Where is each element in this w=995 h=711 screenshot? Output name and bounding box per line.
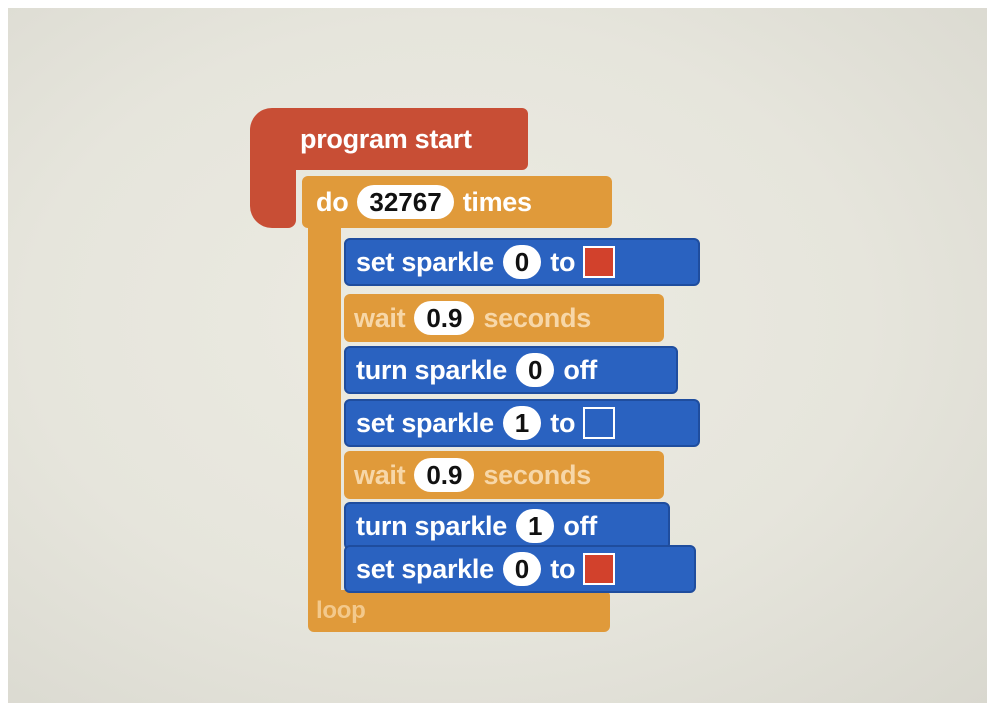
wait-seconds-input[interactable]: 0.9 <box>414 301 475 335</box>
sparkle-index-input[interactable]: 0 <box>515 353 555 387</box>
repeat-prefix: do <box>316 186 349 217</box>
program-start-label: program start <box>300 123 472 154</box>
set-sparkle-block[interactable]: set sparkle 0 to <box>344 545 696 593</box>
sparkle-index-input[interactable]: 1 <box>515 509 555 543</box>
loop-block-footer: loop <box>308 590 610 632</box>
color-swatch[interactable] <box>583 553 616 585</box>
sparkle-index-input[interactable]: 0 <box>502 552 542 586</box>
off-label: off <box>563 510 597 541</box>
seconds-label: seconds <box>483 459 591 490</box>
set-sparkle-block[interactable]: set sparkle 0 to <box>344 238 700 286</box>
turn-sparkle-label: turn sparkle <box>356 354 507 385</box>
repeat-block[interactable]: do 32767 times <box>302 176 612 228</box>
set-sparkle-label: set sparkle <box>356 407 494 438</box>
to-label: to <box>550 553 576 584</box>
turn-sparkle-off-block[interactable]: turn sparkle 0 off <box>344 346 678 394</box>
set-sparkle-block[interactable]: set sparkle 1 to <box>344 399 700 447</box>
program-start-block-notch <box>250 166 296 228</box>
to-label: to <box>550 407 576 438</box>
repeat-count-input[interactable]: 32767 <box>357 185 454 219</box>
off-label: off <box>563 354 597 385</box>
wait-seconds-input[interactable]: 0.9 <box>414 458 475 492</box>
wait-label: wait <box>354 459 406 490</box>
color-swatch[interactable] <box>583 246 616 278</box>
loop-label: loop <box>316 597 366 624</box>
wait-block[interactable]: wait 0.9 seconds <box>344 294 664 342</box>
color-swatch[interactable] <box>583 407 616 439</box>
wait-label: wait <box>354 302 406 333</box>
repeat-block-arm <box>308 222 341 612</box>
turn-sparkle-label: turn sparkle <box>356 510 507 541</box>
sparkle-index-input[interactable]: 1 <box>502 406 542 440</box>
program-start-block[interactable]: program start <box>250 108 528 170</box>
block-editor-canvas[interactable]: program start do 32767 times set sparkle… <box>8 8 987 703</box>
set-sparkle-label: set sparkle <box>356 553 494 584</box>
turn-sparkle-off-block[interactable]: turn sparkle 1 off <box>344 502 670 550</box>
sparkle-index-input[interactable]: 0 <box>502 245 542 279</box>
to-label: to <box>550 246 576 277</box>
seconds-label: seconds <box>483 302 591 333</box>
set-sparkle-label: set sparkle <box>356 246 494 277</box>
wait-block[interactable]: wait 0.9 seconds <box>344 451 664 499</box>
repeat-suffix: times <box>462 186 532 217</box>
